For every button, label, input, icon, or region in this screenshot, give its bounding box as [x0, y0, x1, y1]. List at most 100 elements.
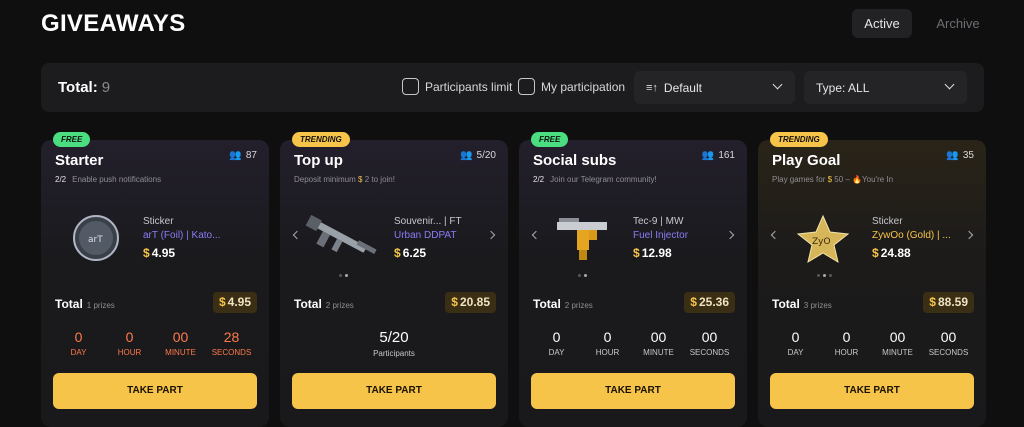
countdown-minute: 00 MINUTE — [635, 323, 683, 365]
chevron-left-icon[interactable] — [770, 230, 780, 240]
subtitle-pre: Play games for — [772, 175, 826, 184]
participants-limit-checkbox[interactable]: Participants limit — [402, 78, 512, 95]
chevron-left-icon[interactable] — [531, 230, 541, 240]
dollar-icon: $ — [633, 246, 640, 260]
filter-bar: Total: 9 Participants limit My participat… — [41, 63, 984, 112]
prize-name[interactable]: Urban DDPAT — [394, 230, 456, 241]
prize-carousel: Tec-9 | MW Fuel Injector $12.98 — [519, 200, 747, 280]
total-row: Total 1 prizes — [55, 297, 115, 311]
giveaway-card-top-up: TRENDING Top up 👥 5/20 Deposit minimum $ … — [280, 132, 508, 427]
countdown-hour: 0 HOUR — [106, 323, 154, 365]
total-label: Total — [772, 297, 800, 311]
subtitle-post: 2 to join! — [364, 175, 395, 184]
prize-name[interactable]: ZywOo (Gold) | ... — [872, 230, 951, 241]
sort-select[interactable]: ≡↑ Default — [634, 71, 795, 104]
checkbox-icon[interactable] — [402, 78, 419, 95]
limit-value: 5/20 — [379, 329, 409, 346]
carousel-dot-active[interactable] — [823, 274, 826, 277]
tabs: Active Archive — [852, 9, 1004, 38]
giveaway-card-social-subs: FREE Social subs 👥 161 2/2 Join our Telegr… — [519, 132, 747, 427]
checkbox-icon[interactable] — [518, 78, 535, 95]
countdown-value: 00 — [889, 329, 906, 345]
total-value-badge: $88.59 — [923, 292, 974, 313]
countdown-label: SECONDS — [689, 348, 730, 357]
prize-price: $12.98 — [633, 246, 672, 260]
chevron-right-icon[interactable] — [725, 230, 735, 240]
chevron-right-icon[interactable] — [964, 230, 974, 240]
dollar-icon: $ — [218, 295, 226, 309]
countdown-label: HOUR — [117, 348, 142, 357]
carousel-dot[interactable] — [829, 274, 832, 277]
rifle-image — [305, 214, 377, 255]
countdown-value: 28 — [223, 329, 240, 345]
people-icon: 👥 — [946, 150, 959, 161]
carousel-dots — [578, 274, 590, 277]
prize-price: $24.88 — [872, 246, 911, 260]
subtitle-amount: $ — [358, 175, 363, 184]
total-label: Total — [533, 297, 561, 311]
countdown: 0 DAY 0 HOUR 00 MINUTE 00 SECONDS — [770, 323, 974, 365]
take-part-button[interactable]: TAKE PART — [770, 373, 974, 409]
countdown-label: MINUTE — [165, 348, 196, 357]
countdown-hour: 0 HOUR — [584, 323, 632, 365]
prize-name[interactable]: Fuel Injector — [633, 230, 688, 241]
type-value: Type: ALL — [816, 80, 870, 95]
prize-price-value: 12.98 — [641, 246, 672, 260]
my-participation-checkbox[interactable]: My participation — [518, 78, 625, 95]
countdown-value: 0 — [842, 329, 851, 345]
card-title: Starter — [55, 152, 104, 169]
prize-type: Souvenir... | FT — [394, 216, 462, 227]
carousel-dot-active[interactable] — [345, 274, 348, 277]
participants-limit-label: Participants limit — [425, 79, 513, 94]
prize-carousel: ZyO Sticker ZywOo (Gold) | ... $24.88 — [758, 200, 986, 280]
card-title: Play Goal — [772, 152, 841, 169]
countdown-label: DAY — [548, 348, 565, 357]
total-value: 4.95 — [227, 295, 251, 309]
prize-type: Sticker — [143, 216, 174, 227]
countdown-label: MINUTE — [643, 348, 674, 357]
dollar-icon: $ — [394, 246, 401, 260]
task-text: Enable push notifications — [72, 175, 162, 184]
total-value-badge: $25.36 — [684, 292, 735, 313]
take-part-button[interactable]: TAKE PART — [292, 373, 496, 409]
participants-count: 👥 87 — [229, 150, 257, 161]
card-title: Top up — [294, 152, 343, 169]
countdown-value: 0 — [603, 329, 612, 345]
free-badge: FREE — [531, 132, 569, 147]
giveaway-card-starter: FREE Starter 👥 87 2/2 Enable push notifica… — [41, 132, 269, 427]
prize-type: Sticker — [872, 216, 903, 227]
countdown-seconds: 00 SECONDS — [686, 323, 734, 365]
card-title: Social subs — [533, 152, 617, 169]
tab-archive[interactable]: Archive — [928, 9, 988, 38]
carousel-dots — [339, 274, 351, 277]
card-subtitle: 2/2 Enable push notifications — [55, 175, 161, 184]
subtitle-post: 50 – 🔥You're In — [834, 175, 894, 184]
countdown-value: 00 — [172, 329, 189, 345]
chevron-down-icon — [772, 79, 783, 90]
total-row: Total 2 prizes — [533, 297, 593, 311]
carousel-dot[interactable] — [339, 274, 342, 277]
prizes-count: 2 prizes — [325, 301, 354, 310]
total-label: Total — [294, 297, 322, 311]
type-select[interactable]: Type: ALL — [804, 71, 967, 104]
chevron-left-icon[interactable] — [292, 230, 302, 240]
carousel-dot[interactable] — [578, 274, 581, 277]
carousel-dot[interactable] — [817, 274, 820, 277]
tab-active[interactable]: Active — [852, 9, 912, 38]
countdown-seconds: 28 SECONDS — [208, 323, 256, 365]
countdown-label: DAY — [70, 348, 87, 357]
prizes-count: 3 prizes — [803, 301, 832, 310]
carousel-dot-active[interactable] — [584, 274, 587, 277]
sort-value: Default — [663, 80, 702, 95]
take-part-button[interactable]: TAKE PART — [531, 373, 735, 409]
page-title: GIVEAWAYS — [41, 10, 186, 37]
dollar-icon: $ — [451, 295, 458, 309]
prize-name[interactable]: arT (Foil) | Kato... — [143, 230, 220, 241]
prizes-count: 1 prizes — [86, 301, 115, 310]
task-progress: 2/2 — [533, 175, 545, 184]
countdown-value: 0 — [74, 329, 83, 345]
countdown-hour: 0 HOUR — [823, 323, 871, 365]
participants-limit: 5/20 Participants — [292, 323, 496, 365]
chevron-right-icon[interactable] — [486, 230, 496, 240]
take-part-button[interactable]: TAKE PART — [53, 373, 257, 409]
